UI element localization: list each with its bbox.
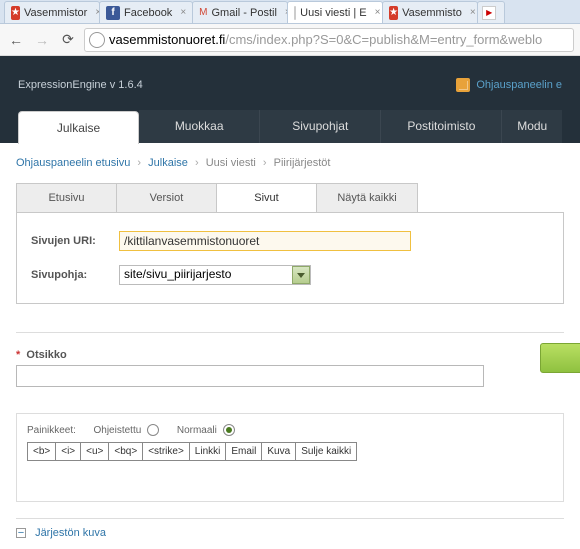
mode-normal-label: Normaali: [177, 425, 217, 436]
browser-tab[interactable]: ★ Vasemmisto ×: [382, 1, 478, 23]
title-section: * Otsikko: [16, 332, 564, 387]
subtab-versions[interactable]: Versiot: [117, 184, 217, 212]
breadcrumb-link[interactable]: Julkaise: [148, 157, 188, 169]
nav-tab-edit[interactable]: Muokkaa: [139, 110, 260, 143]
address-bar[interactable]: vasemmistonuoret.fi /cms/index.php?S=0&C…: [84, 28, 574, 52]
subtab-showall[interactable]: Näytä kaikki: [317, 184, 417, 212]
required-icon: *: [16, 349, 20, 361]
chevron-right-icon: ›: [259, 157, 271, 169]
browser-tab[interactable]: M Gmail - Postil ×: [192, 1, 288, 23]
page-template-label: Sivupohja:: [31, 269, 119, 281]
title-input[interactable]: [16, 365, 484, 387]
url-path: /cms/index.php?S=0&C=publish&M=entry_for…: [225, 32, 542, 47]
editor-toolbar: Painikkeet: Ohjeistettu Normaali <b> <i>…: [16, 413, 564, 502]
mode-guided-radio[interactable]: [147, 424, 159, 436]
youtube-icon: ▶: [482, 6, 496, 20]
tab-label: Uusi viesti | E: [300, 7, 366, 19]
tab-label: Facebook: [124, 7, 172, 19]
subtab-frontpage[interactable]: Etusivu: [17, 184, 117, 212]
mode-guided-label: Ohjeistettu: [93, 425, 141, 436]
subtab-bar: Etusivu Versiot Sivut Näytä kaikki: [16, 183, 418, 212]
star-icon: ★: [389, 6, 398, 20]
content-area: Ohjauspaneelin etusivu › Julkaise › Uusi…: [0, 143, 580, 547]
nav-tab-publish[interactable]: Julkaise: [18, 111, 139, 144]
browser-tab-active[interactable]: Uusi viesti | E ×: [287, 1, 383, 23]
breadcrumb-item: Uusi viesti: [206, 157, 256, 169]
bold-button[interactable]: <b>: [27, 442, 56, 461]
engine-title: ExpressionEngine v 1.6.4: [18, 79, 143, 91]
page-icon: [294, 6, 296, 20]
reload-button[interactable]: ⟳: [58, 30, 78, 50]
help-icon: [456, 78, 470, 92]
nav-tab-modules[interactable]: Modu: [502, 110, 562, 143]
title-label-text: Otsikko: [26, 349, 66, 361]
title-label: * Otsikko: [16, 349, 564, 361]
buttons-label: Painikkeet:: [27, 425, 76, 436]
mode-normal-radio[interactable]: [223, 424, 235, 436]
close-icon[interactable]: ×: [375, 7, 381, 18]
italic-button[interactable]: <i>: [55, 442, 81, 461]
pages-panel: Sivujen URI: Sivupohja: site/sivu_piirij…: [16, 212, 564, 304]
gmail-icon: M: [199, 6, 207, 20]
browser-tab[interactable]: ★ Vasemmistor ×: [4, 1, 100, 23]
page-template-select[interactable]: site/sivu_piirijarjesto: [119, 265, 311, 285]
blockquote-button[interactable]: <bq>: [108, 442, 143, 461]
page-uri-label: Sivujen URI:: [31, 235, 119, 247]
format-buttons: <b> <i> <u> <bq> <strike> Linkki Email K…: [27, 442, 553, 461]
facebook-icon: f: [106, 6, 120, 20]
select-value: site/sivu_piirijarjesto: [124, 267, 231, 281]
tab-label: Gmail - Postil: [212, 7, 277, 19]
image-button[interactable]: Kuva: [261, 442, 296, 461]
app-header: ExpressionEngine v 1.6.4 Ohjauspaneelin …: [0, 56, 580, 143]
control-panel-help-link[interactable]: Ohjauspaneelin e: [456, 78, 562, 92]
email-button[interactable]: Email: [225, 442, 262, 461]
section-org-image[interactable]: − Järjestön kuva: [16, 518, 564, 547]
closeall-button[interactable]: Sulje kaikki: [295, 442, 357, 461]
strike-button[interactable]: <strike>: [142, 442, 190, 461]
submit-button[interactable]: [540, 343, 580, 373]
chevron-down-icon[interactable]: [292, 266, 310, 284]
url-host: vasemmistonuoret.fi: [109, 32, 225, 47]
nav-tab-mail[interactable]: Postitoimisto: [381, 110, 502, 143]
back-button[interactable]: ←: [6, 30, 26, 50]
breadcrumb: Ohjauspaneelin etusivu › Julkaise › Uusi…: [8, 157, 572, 183]
tab-label: Vasemmisto: [402, 7, 462, 19]
section-label: Järjestön kuva: [35, 527, 106, 539]
nav-tab-templates[interactable]: Sivupohjat: [260, 110, 381, 143]
browser-tab-strip: ★ Vasemmistor × f Facebook × M Gmail - P…: [0, 0, 580, 24]
main-nav: Julkaise Muokkaa Sivupohjat Postitoimist…: [18, 110, 562, 143]
close-icon[interactable]: ×: [470, 7, 476, 18]
tab-label: Vasemmistor: [24, 7, 87, 19]
underline-button[interactable]: <u>: [80, 442, 109, 461]
help-link-label: Ohjauspaneelin e: [476, 79, 562, 91]
forward-button[interactable]: →: [32, 30, 52, 50]
star-icon: ★: [11, 6, 20, 20]
page-uri-input[interactable]: [119, 231, 411, 251]
breadcrumb-link[interactable]: Ohjauspaneelin etusivu: [16, 157, 130, 169]
breadcrumb-item: Piirijärjestöt: [274, 157, 331, 169]
browser-tab[interactable]: f Facebook ×: [99, 1, 193, 23]
browser-tab[interactable]: ▶: [477, 1, 505, 23]
minus-icon[interactable]: −: [16, 528, 26, 538]
chevron-right-icon: ›: [133, 157, 145, 169]
chevron-right-icon: ›: [191, 157, 203, 169]
globe-icon: [89, 32, 105, 48]
browser-toolbar: ← → ⟳ vasemmistonuoret.fi /cms/index.php…: [0, 24, 580, 56]
link-button[interactable]: Linkki: [189, 442, 227, 461]
subtab-pages[interactable]: Sivut: [217, 184, 317, 212]
close-icon[interactable]: ×: [180, 7, 186, 18]
